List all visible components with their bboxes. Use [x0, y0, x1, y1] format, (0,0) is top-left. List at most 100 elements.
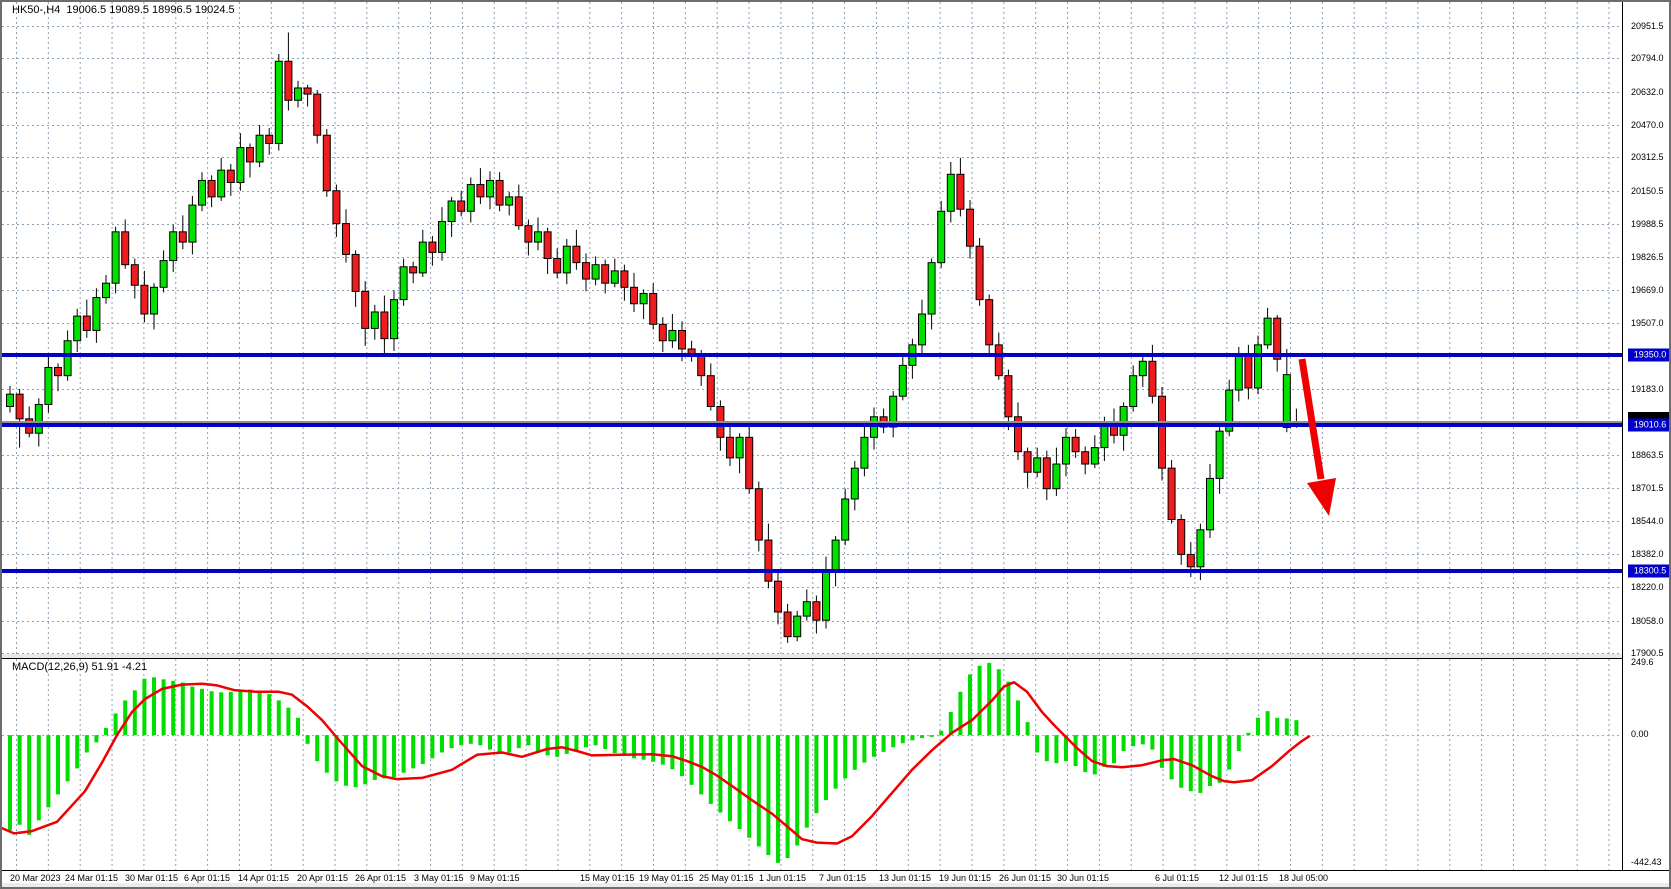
candle-bear	[477, 185, 484, 197]
candle-bear	[208, 180, 215, 196]
candle-bear	[55, 367, 62, 375]
time-axis-label: 30 Jun 01:15	[1057, 873, 1109, 883]
candle-bear	[1005, 376, 1012, 417]
macd-chart[interactable]	[2, 659, 1627, 870]
time-axis-label: 19 Jun 01:15	[939, 873, 991, 883]
candle-bull	[1264, 318, 1271, 345]
candle-bull	[803, 602, 810, 616]
candle-bear	[352, 254, 359, 291]
candle-bull	[736, 437, 743, 458]
candle-bull	[563, 246, 570, 273]
candle-bull	[899, 365, 906, 396]
candle-bear	[755, 489, 762, 540]
candle-bear	[1187, 554, 1194, 566]
candle-bear	[410, 267, 417, 273]
macd-indicator-panel[interactable]	[2, 658, 1627, 871]
candle-bear	[583, 263, 590, 279]
time-axis-label: 19 May 01:15	[639, 873, 694, 883]
candle-bear	[1082, 452, 1089, 464]
time-axis-label: 26 Apr 01:15	[355, 873, 406, 883]
candle-bear	[333, 191, 340, 224]
price-tick-label: 19669.0	[1631, 285, 1664, 295]
candle-bear	[362, 291, 369, 328]
candle-bull	[199, 180, 206, 205]
grid-lines	[2, 2, 1627, 654]
candle-bull	[928, 263, 935, 314]
candle-bear	[429, 242, 436, 252]
candle-bear	[314, 94, 321, 135]
candle-bear	[727, 437, 734, 458]
candle-bull	[151, 287, 158, 314]
price-tick-label: 18863.5	[1631, 450, 1664, 460]
candle-bull	[237, 148, 244, 183]
time-axis-label: 7 Jun 01:15	[819, 873, 866, 883]
candle-bear	[525, 226, 532, 242]
time-axis-label: 1 Jun 01:15	[759, 873, 806, 883]
price-tick-label: 20470.0	[1631, 120, 1664, 130]
candle-bear	[746, 437, 753, 488]
candle-bear	[1024, 452, 1031, 473]
hline-price-badge: 19010.6	[1628, 419, 1671, 432]
candle-bull	[371, 312, 378, 328]
price-tick-label: 19988.5	[1631, 219, 1664, 229]
candle-bull	[947, 174, 954, 211]
macd-tick-label: -442.43	[1631, 857, 1662, 867]
candle-bull	[871, 417, 878, 438]
price-tick-label: 20632.0	[1631, 87, 1664, 97]
candle-bull	[439, 222, 446, 253]
candlestick-chart[interactable]	[2, 2, 1627, 654]
candle-bull	[391, 300, 398, 339]
price-chart-panel[interactable]	[2, 2, 1627, 655]
time-axis-label: 25 May 01:15	[699, 873, 754, 883]
candle-bull	[938, 211, 945, 262]
price-tick-label: 18058.0	[1631, 616, 1664, 626]
candle-bear	[122, 232, 129, 265]
candle-bull	[1197, 530, 1204, 567]
candle-bull	[64, 341, 71, 376]
candle-bull	[189, 205, 196, 242]
candle-bear	[1178, 520, 1185, 555]
candle-bull	[669, 330, 676, 340]
candle-bull	[1120, 406, 1127, 435]
symbol-ohlc-title: HK50-,H4 19006.5 19089.5 18996.5 19024.5	[12, 4, 235, 16]
candle-bull	[1063, 437, 1070, 464]
time-axis-label: 13 Jun 01:15	[879, 873, 931, 883]
candle-bull	[1283, 375, 1290, 428]
time-axis-label: 18 Jul 05:00	[1279, 873, 1328, 883]
candle-bear	[496, 180, 503, 205]
candle-bear	[986, 300, 993, 345]
candle-bear	[1245, 354, 1252, 388]
candle-bear	[1149, 361, 1156, 396]
candle-bull	[1034, 458, 1041, 472]
candle-bear	[631, 287, 638, 303]
candle-bull	[256, 135, 263, 162]
price-tick-label: 20794.0	[1631, 53, 1664, 63]
price-axis[interactable]	[1622, 2, 1669, 870]
bottom-strip	[2, 883, 1669, 887]
price-tick-label: 18220.0	[1631, 582, 1664, 592]
candle-bull	[592, 265, 599, 279]
arrow-down-object[interactable]	[1302, 359, 1336, 516]
candle-bear	[131, 265, 138, 286]
candle-bear	[775, 581, 782, 612]
macd-tick-label: 0.00	[1631, 729, 1649, 739]
candle-bull	[419, 242, 426, 273]
price-tick-label: 19507.0	[1631, 318, 1664, 328]
price-tick-label: 20312.5	[1631, 152, 1664, 162]
candle-bear	[458, 201, 465, 211]
candle-bear	[381, 312, 388, 339]
candle-bear	[707, 376, 714, 407]
candle-bull	[535, 232, 542, 242]
hline-price-badge: 19350.0	[1628, 349, 1671, 362]
candle-bull	[170, 232, 177, 261]
candle-bull	[919, 314, 926, 345]
candle-bear	[247, 148, 254, 162]
candle-bull	[861, 437, 868, 468]
candle-bull	[7, 394, 14, 406]
candle-bull	[832, 540, 839, 571]
candle-bull	[794, 616, 801, 637]
price-tick-label: 19183.0	[1631, 384, 1664, 394]
candle-bull	[35, 404, 42, 433]
candle-bear	[813, 602, 820, 620]
candle-bear	[698, 355, 705, 376]
